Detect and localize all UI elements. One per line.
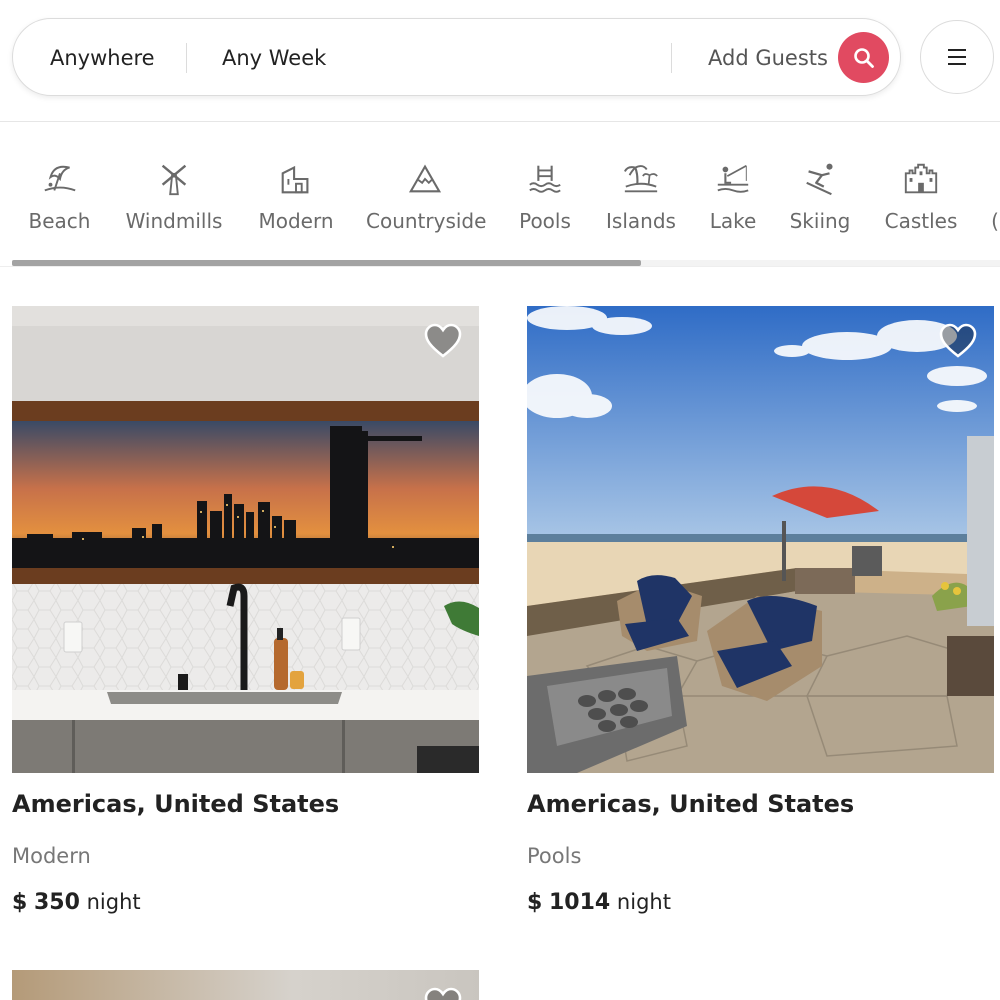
hamburger-icon <box>948 49 966 65</box>
search-button[interactable] <box>838 32 889 83</box>
favorite-heart-icon[interactable] <box>424 987 462 1000</box>
listing-category: Pools <box>527 844 582 868</box>
modern-house-icon <box>258 160 334 206</box>
windmill-icon <box>122 160 226 206</box>
listing-photo[interactable] <box>527 306 994 773</box>
listing-location: Americas, United States <box>527 790 855 818</box>
category-islands[interactable]: Islands <box>605 160 677 250</box>
listing-price: $ 1014 night <box>527 890 671 915</box>
palm-island-icon <box>605 160 677 206</box>
where-button[interactable]: Anywhere <box>50 19 155 97</box>
skier-icon <box>789 160 851 206</box>
category-skiing[interactable]: Skiing <box>789 160 851 250</box>
category-windmills[interactable]: Windmills <box>122 160 226 250</box>
favorite-heart-icon[interactable] <box>424 323 462 359</box>
beach-umbrella-icon <box>22 160 97 206</box>
mountain-icon <box>366 160 484 206</box>
category-label: Lake <box>709 209 757 233</box>
category-modern[interactable]: Modern <box>258 160 334 250</box>
guests-button[interactable]: Add Guests <box>708 19 828 97</box>
category-label: Skiing <box>789 209 851 233</box>
category-label: Islands <box>606 209 676 233</box>
listing-category: Modern <box>12 844 91 868</box>
fishing-lake-icon <box>707 160 759 206</box>
category-partial[interactable]: ( <box>990 160 1000 250</box>
category-label: Countryside <box>366 209 487 233</box>
category-pools[interactable]: Pools <box>515 160 575 250</box>
price-unit: night <box>86 890 141 914</box>
category-label: Modern <box>258 209 334 233</box>
pool-ladder-icon <box>515 160 575 206</box>
category-castles[interactable]: Castles <box>882 160 960 250</box>
price-amount: 1014 <box>549 890 611 915</box>
category-label: Beach <box>28 209 91 233</box>
search-icon <box>853 47 874 68</box>
favorite-heart-icon[interactable] <box>939 323 977 359</box>
listing-photo-partial[interactable] <box>12 970 479 1000</box>
header-divider <box>0 121 1000 122</box>
category-label: Pools <box>519 209 571 233</box>
category-strip-divider <box>0 266 1000 267</box>
search-divider <box>186 43 187 73</box>
listing-price: $ 350 night <box>12 890 141 915</box>
price-unit: night <box>616 890 671 914</box>
listing-location: Americas, United States <box>12 790 340 818</box>
category-label-cutoff: ( <box>991 209 999 233</box>
price-currency: $ <box>12 890 28 915</box>
category-lake[interactable]: Lake <box>707 160 759 250</box>
price-amount: 350 <box>34 890 80 915</box>
search-divider <box>671 43 672 73</box>
category-beach[interactable]: Beach <box>22 160 97 250</box>
castle-icon <box>882 160 960 206</box>
category-countryside[interactable]: Countryside <box>366 160 487 250</box>
category-label: Windmills <box>125 209 223 233</box>
listing-photo[interactable] <box>12 306 479 773</box>
category-label: Castles <box>884 209 958 233</box>
menu-button[interactable] <box>920 20 994 94</box>
search-bar[interactable]: Anywhere Any Week Add Guests <box>12 18 901 96</box>
week-button[interactable]: Any Week <box>222 19 326 97</box>
price-currency: $ <box>527 890 543 915</box>
